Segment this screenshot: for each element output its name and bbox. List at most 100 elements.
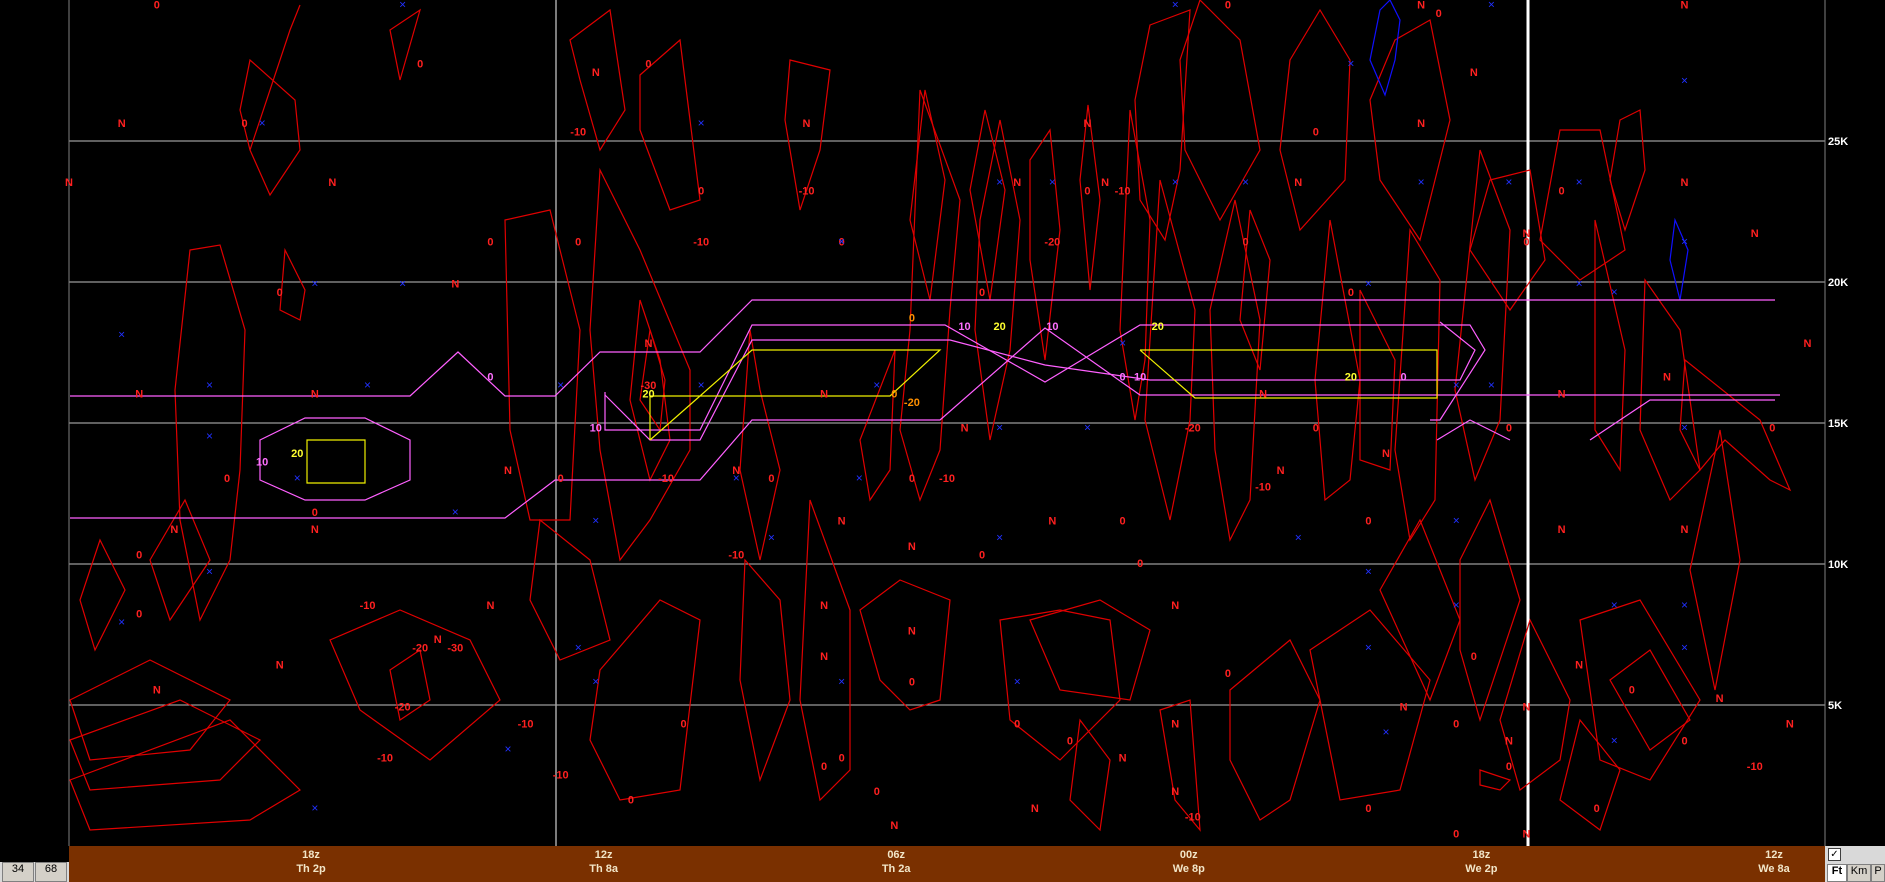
temperature-contour [1539,129,1626,281]
temperature-contour [1579,599,1701,781]
utc-hour-label: 06z [887,849,906,861]
temperature-label: -10 [1115,186,1131,198]
magenta-label: 10 [590,422,602,434]
blue-x-marker: × [698,116,705,130]
option-checkbox[interactable]: ✓ [1828,848,1841,861]
temperature-label: N [276,659,284,671]
blue-x-marker: × [575,640,582,654]
temperature-contour [1594,219,1626,472]
y-axis-tick-labels: 25K 20K 15K 10K 5K [1828,136,1848,712]
blue-x-marker: × [452,505,459,519]
temperature-label: N [1171,719,1179,731]
blue-x-marker: × [996,420,1003,434]
temperature-label: -10 [693,236,709,248]
temperature-label: N [820,389,828,401]
temperature-label: N [1663,372,1671,384]
blue-x-marker: × [1611,598,1618,612]
blue-x-marker: × [1119,336,1126,350]
temperature-label: N [1523,702,1531,714]
temperature-contour [239,4,301,197]
orange-label: 0 [891,389,897,401]
hours-68-button[interactable]: 68 [35,862,67,882]
blue-x-marker: × [733,471,740,485]
temperature-label: N [153,685,161,697]
temperature-label: 0 [1365,803,1371,815]
blue-x-marker: × [838,674,845,688]
hours-34-button[interactable]: 34 [2,862,34,882]
temperature-label: N [311,389,319,401]
y-tick-label: 25K [1828,136,1848,148]
temperature-contour [969,109,1006,301]
blue-x-marker: × [1681,640,1688,654]
temperature-label: 0 [1506,422,1512,434]
blue-x-marker: × [1382,725,1389,739]
magenta-label: 10 [1046,321,1058,333]
temperature-contour [1609,109,1646,232]
unit-pressure-button[interactable]: P [1871,864,1885,882]
temperature-contour [504,209,581,521]
temperature-label: 0 [1242,236,1248,248]
temperature-label: 0 [645,59,651,71]
temperature-label: 0 [979,549,985,561]
temperature-label: N [170,524,178,536]
y-tick-label: 15K [1828,418,1848,430]
yellow-contour [1139,349,1438,399]
temperature-contour [589,167,691,562]
y-tick-label: 10K [1828,559,1848,571]
utc-hour-label: 18z [1472,849,1491,861]
forecast-hours-panel: 34 68 [0,862,69,882]
blue-x-marker: × [311,277,318,291]
yellow-label: 20 [994,321,1006,333]
yellow-contour [649,395,701,441]
blue-x-marker: × [1365,640,1372,654]
temperature-label: 0 [874,786,880,798]
blue-x-marker: × [1295,530,1302,544]
blue-x-marker: × [996,175,1003,189]
temperature-label: N [1523,829,1531,841]
temperature-label: N [908,626,916,638]
utc-hour-label: 00z [1179,849,1198,861]
temperature-label: N [838,516,846,528]
temperature-label: N [1294,177,1302,189]
blue-contour [1369,0,1401,97]
blue-x-marker: × [118,615,125,629]
blue-x-marker: × [1681,234,1688,248]
magenta-label: 10 [256,456,268,468]
blue-x-marker: × [1014,674,1021,688]
magenta-label: 0 [487,372,493,384]
temperature-label: 0 [909,676,915,688]
local-time-label: Th 2p [296,863,326,875]
utc-hour-label: 18z [302,849,320,861]
magenta-label: 0 [1120,372,1126,384]
local-time-label: We 2p [1465,863,1498,875]
temperature-label: N [890,820,898,832]
contour-plot: 25K 20K 15K 10K 5K 0 0 0 0 0 N N N N N 0 -10 N N 0 N N N 0 -10 N… [65,0,1848,846]
temperature-label: N [1013,177,1021,189]
temperature-contour [1379,518,1461,702]
magenta-label: 10 [1134,372,1146,384]
temperature-label: N [1575,659,1583,671]
time-axis-bar: 18z Th 2p 12z Th 8a 06z Th 2a 00z We 8p 18z We 2p… [69,846,1825,882]
orange-label: -20 [904,397,920,409]
blue-x-marker: × [996,530,1003,544]
time-tick-label: 12z We 8a [1739,848,1809,876]
temperature-label: -30 [447,642,463,654]
unit-feet-button[interactable]: Ft [1827,864,1847,882]
units-panel: ✓ Ft Km P [1825,846,1885,882]
blue-x-marker: × [768,530,775,544]
temperature-label: -10 [570,126,586,138]
gridlines [68,0,1826,846]
temperature-label: 0 [558,473,564,485]
temperature-contour [329,609,501,761]
temperature-label: 0 [1365,516,1371,528]
temperature-contour [1229,639,1321,821]
blue-x-marker: × [1453,598,1460,612]
unit-km-button[interactable]: Km [1847,864,1871,882]
temperature-contour [1239,209,1271,371]
temperature-contour [79,538,126,652]
blue-x-marker: × [1172,0,1179,11]
temperature-label: 0 [1313,422,1319,434]
temperature-label: 0 [1348,287,1354,299]
temperature-label: N [451,279,459,291]
temperature-label: -10 [728,549,744,561]
